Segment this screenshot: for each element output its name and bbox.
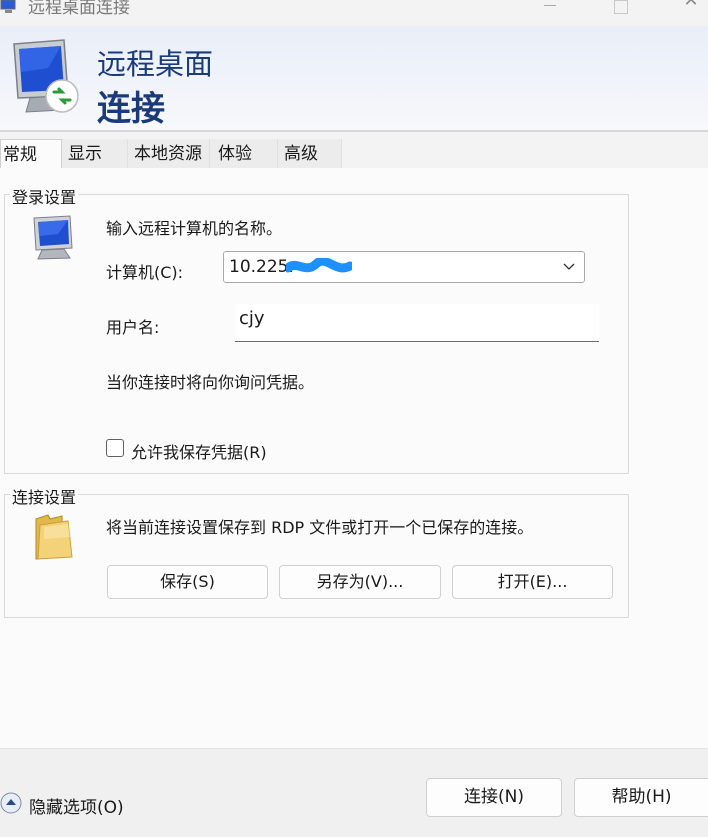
help-button[interactable]: 帮助(H) — [574, 778, 708, 817]
folder-icon — [35, 514, 73, 560]
tab-bar: 常规 显示 本地资源 体验 高级 — [0, 139, 708, 170]
banner-title-line1: 远程桌面 — [97, 47, 214, 81]
computer-combobox[interactable]: 10.225. — [223, 251, 585, 283]
header-banner: 远程桌面 连接 — [0, 26, 708, 132]
save-credentials-label[interactable]: 允许我保存凭据(R) — [131, 439, 267, 463]
window-title: 远程桌面连接 — [28, 0, 130, 18]
credential-note: 当你连接时将向你询问凭据。 — [106, 373, 315, 392]
computer-icon — [33, 215, 73, 260]
title-bar: 远程桌面连接 ✕ — [0, 0, 708, 26]
minimize-icon — [544, 5, 556, 6]
tab-general[interactable]: 常规 — [0, 139, 62, 170]
connection-description: 将当前连接设置保存到 RDP 文件或打开一个已保存的连接。 — [106, 518, 534, 537]
save-as-button[interactable]: 另存为(V)... — [279, 565, 441, 599]
connection-settings-group — [4, 494, 629, 618]
computer-label: 计算机(C): — [106, 263, 184, 282]
banner-title-line2: 连接 — [97, 89, 165, 129]
username-label: 用户名: — [106, 318, 160, 337]
redaction-scribble — [286, 258, 352, 273]
save-button[interactable]: 保存(S) — [107, 565, 268, 599]
save-credentials-checkbox[interactable] — [106, 439, 124, 457]
chevron-down-icon[interactable] — [562, 259, 576, 273]
monitor-icon — [13, 39, 79, 113]
open-button[interactable]: 打开(E)... — [452, 565, 613, 599]
maximize-button[interactable] — [598, 0, 644, 22]
computer-value: 10.225. — [229, 257, 294, 277]
connection-settings-label: 连接设置 — [10, 484, 79, 508]
tab-local-resources[interactable]: 本地资源 — [128, 139, 210, 169]
tab-experience[interactable]: 体验 — [210, 139, 278, 169]
tab-advanced[interactable]: 高级 — [278, 139, 342, 169]
tab-display[interactable]: 显示 — [62, 139, 128, 169]
maximize-icon — [614, 0, 628, 14]
username-field[interactable] — [235, 304, 599, 342]
minimize-button[interactable] — [527, 0, 573, 22]
username-input[interactable] — [239, 308, 579, 329]
chevron-up-circle-icon[interactable] — [0, 792, 22, 814]
remote-desktop-app-icon — [0, 0, 16, 13]
computer-name-prompt: 输入远程计算机的名称。 — [106, 219, 283, 238]
login-settings-label: 登录设置 — [10, 184, 79, 208]
hide-options-link[interactable]: 隐藏选项(O) — [29, 793, 124, 818]
connect-button[interactable]: 连接(N) — [426, 778, 562, 817]
close-button[interactable]: ✕ — [668, 0, 708, 22]
